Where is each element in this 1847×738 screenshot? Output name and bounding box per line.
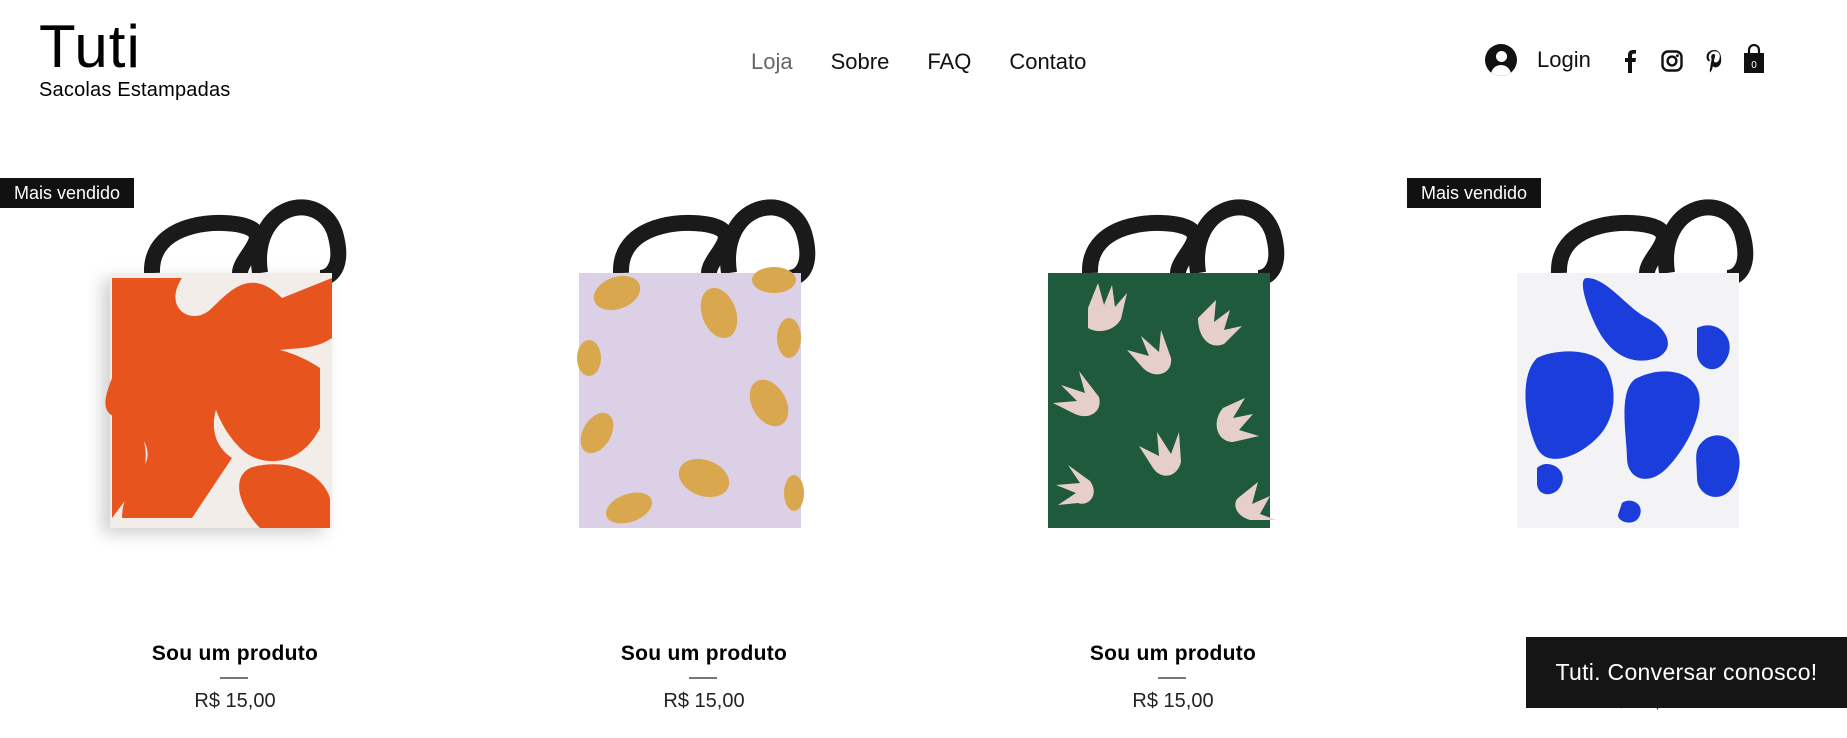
bestseller-badge: Mais vendido xyxy=(1407,178,1542,208)
brand-logo[interactable]: Tuti Sacolas Estampadas xyxy=(39,14,230,102)
nav-item-sobre[interactable]: Sobre xyxy=(831,47,890,77)
product-title[interactable]: Sou um produto xyxy=(938,642,1408,666)
nav-item-faq[interactable]: FAQ xyxy=(927,47,971,77)
product-card[interactable]: Sou um produto R$ 15,00 xyxy=(469,178,939,738)
login-button[interactable]: Login xyxy=(1485,44,1591,76)
product-card[interactable]: Sou um produto R$ 15,00 xyxy=(938,178,1408,738)
social-links xyxy=(1617,48,1727,74)
chat-button[interactable]: Tuti. Conversar conosco! xyxy=(1526,637,1847,708)
nav-item-contato[interactable]: Contato xyxy=(1009,47,1086,77)
facebook-icon[interactable] xyxy=(1617,48,1643,74)
login-label: Login xyxy=(1537,47,1591,72)
product-title[interactable]: Sou um produto xyxy=(469,642,939,666)
product-image[interactable] xyxy=(1407,178,1847,598)
product-title[interactable]: Sou um produto xyxy=(0,642,470,666)
nav-item-loja[interactable]: Loja xyxy=(751,47,793,77)
divider xyxy=(1158,677,1186,679)
divider xyxy=(220,677,248,679)
cart-count: 0 xyxy=(1751,60,1757,71)
divider xyxy=(689,677,717,679)
product-card[interactable]: Sou um produto R$ 15,00 xyxy=(0,178,470,738)
shopping-bag-icon: 0 xyxy=(1744,43,1764,73)
user-avatar-icon xyxy=(1485,44,1517,76)
product-price: R$ 15,00 xyxy=(194,690,276,712)
cart-button[interactable]: 0 xyxy=(1743,43,1765,79)
brand-tagline: Sacolas Estampadas xyxy=(39,79,231,101)
main-nav: Loja Sobre FAQ Contato xyxy=(751,47,1124,77)
product-image[interactable] xyxy=(469,178,939,598)
brand-name: Tuti xyxy=(39,13,141,80)
pinterest-icon[interactable] xyxy=(1701,48,1727,74)
instagram-icon[interactable] xyxy=(1659,48,1685,74)
product-image[interactable] xyxy=(0,178,470,598)
product-price: R$ 15,00 xyxy=(663,690,745,712)
bestseller-badge: Mais vendido xyxy=(0,178,135,208)
product-image[interactable] xyxy=(938,178,1408,598)
product-price: R$ 15,00 xyxy=(1132,690,1214,712)
